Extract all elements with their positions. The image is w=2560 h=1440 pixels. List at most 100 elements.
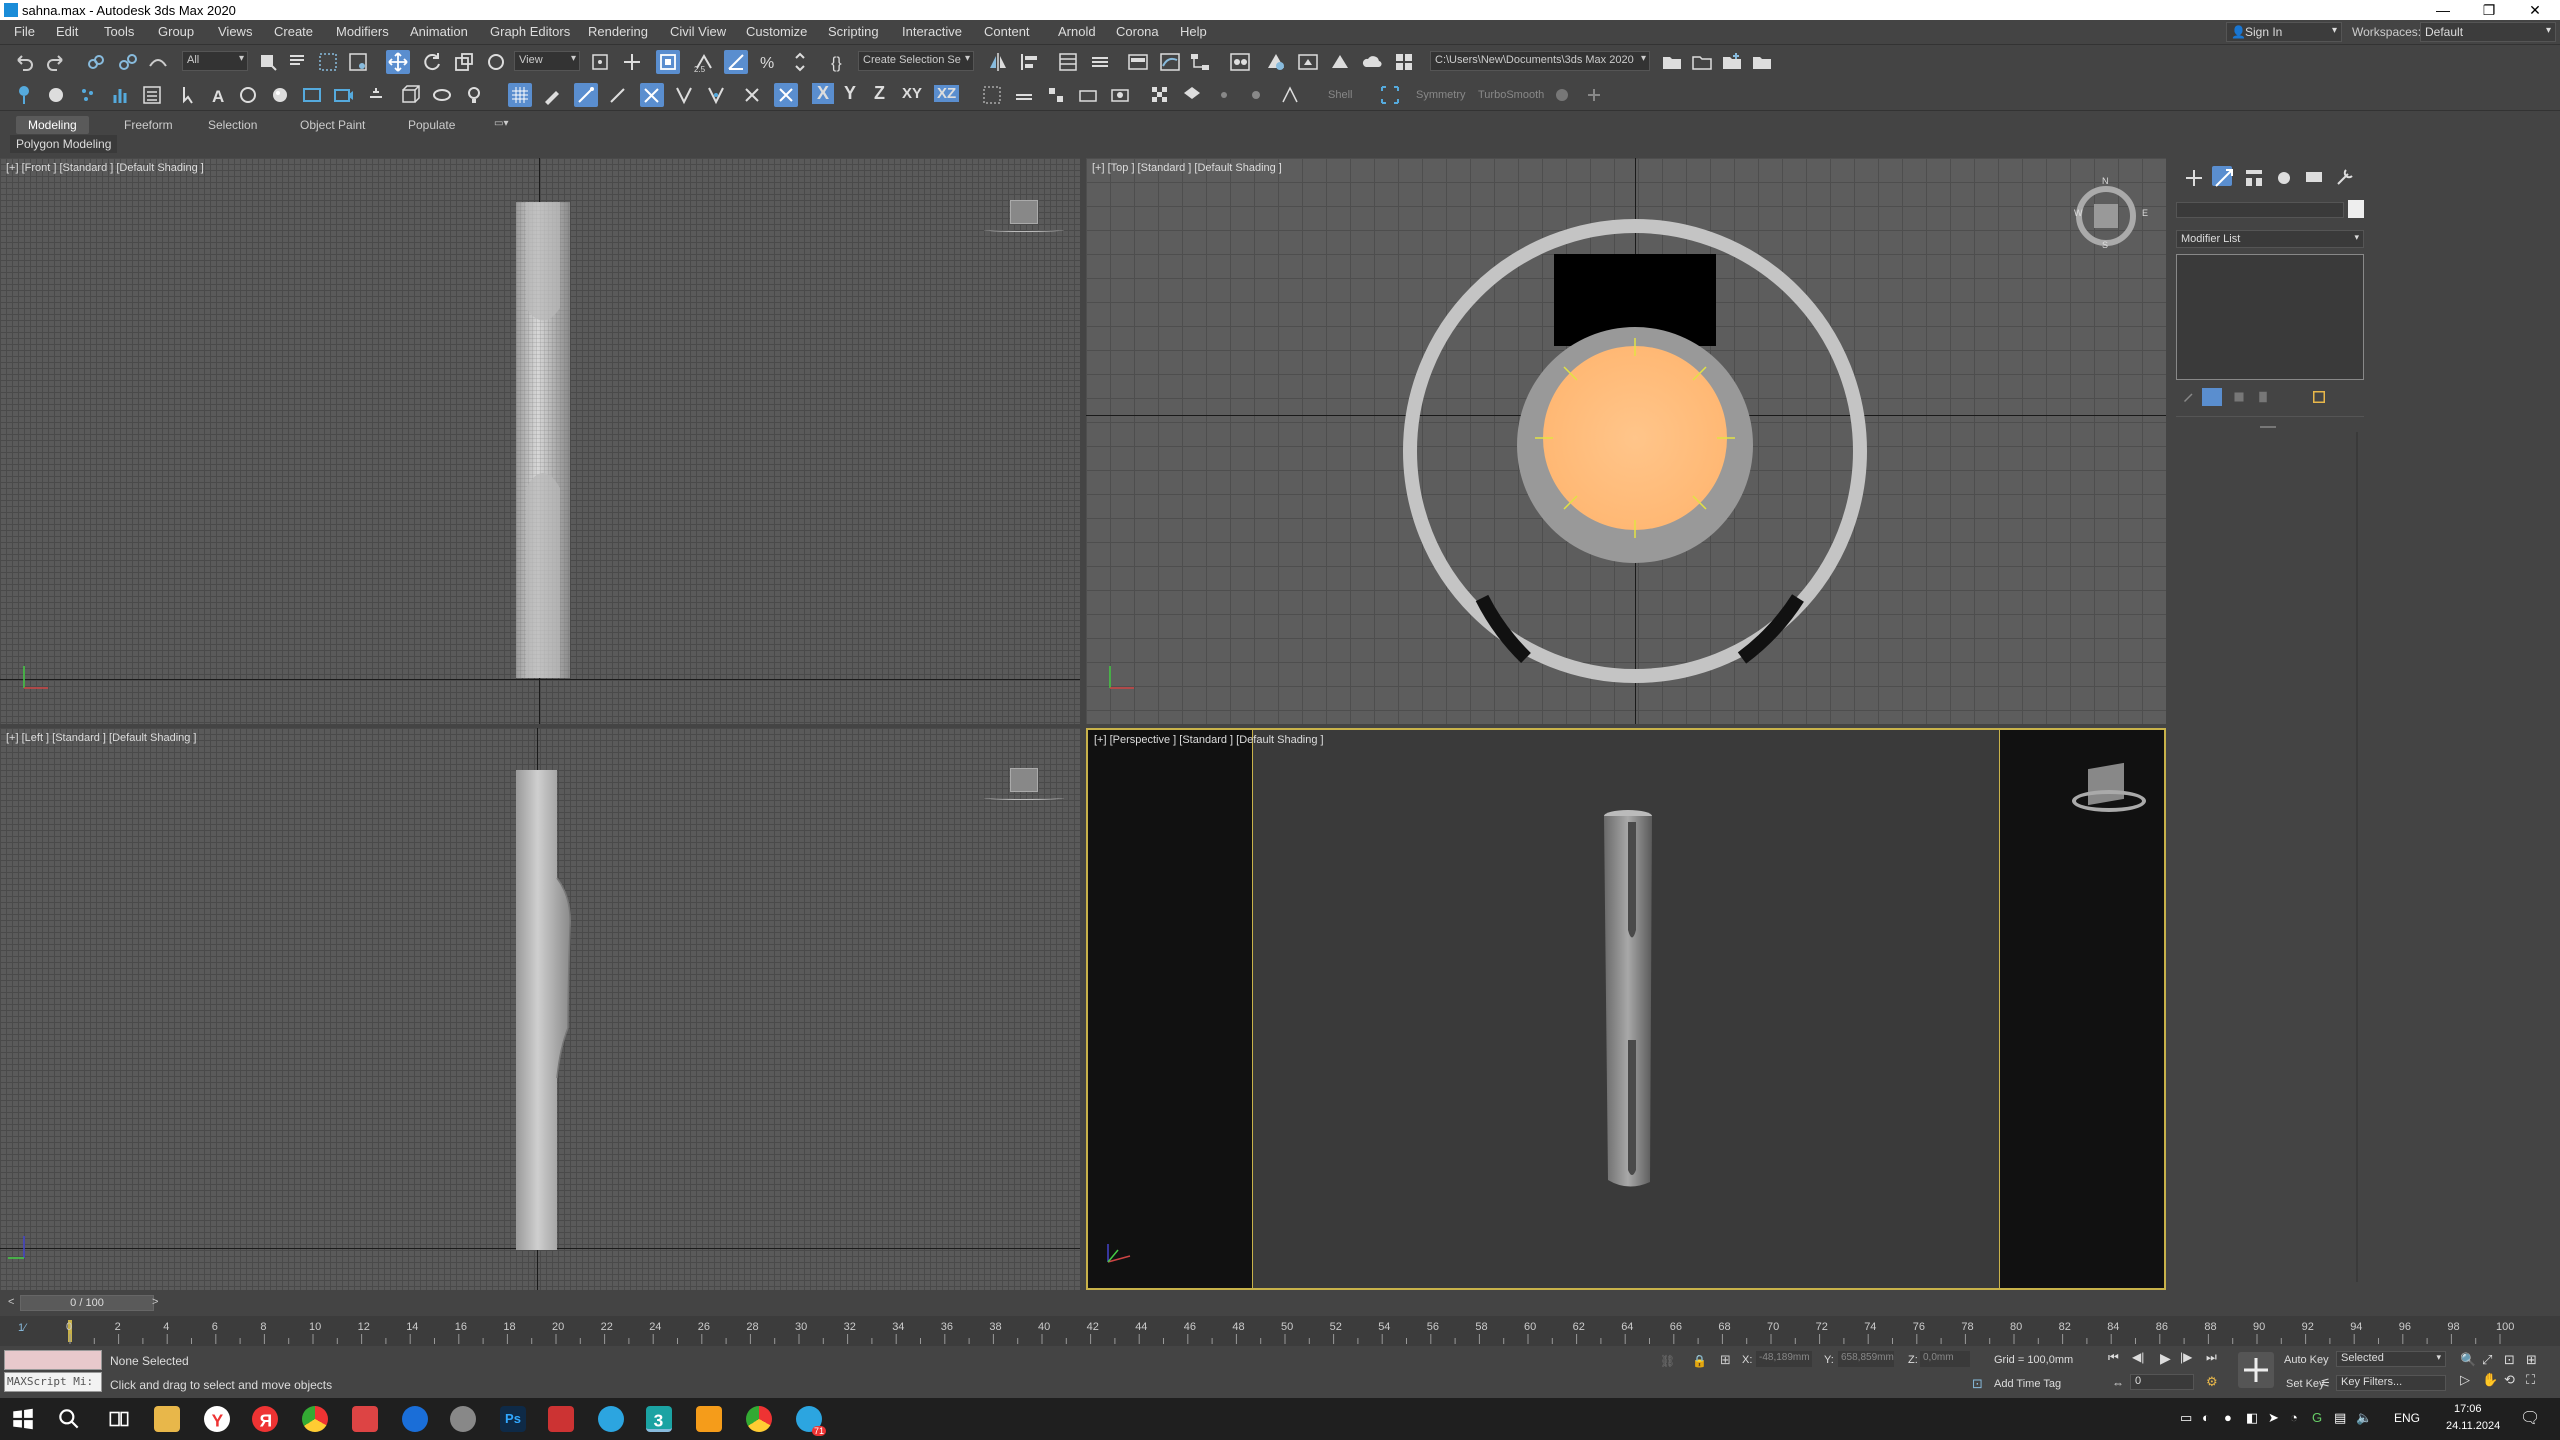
menu-content[interactable]: Content [984, 24, 1030, 39]
sweep-icon[interactable] [1180, 83, 1204, 107]
time-next-icon[interactable]: > [152, 1296, 158, 1308]
time-slider[interactable]: < 0 / 100 > [0, 1292, 2560, 1316]
edge-search-icon[interactable] [402, 1406, 428, 1432]
symmetry-button[interactable]: Symmetry [1416, 89, 1466, 101]
zoom-extents-icon[interactable]: ⊡ [2504, 1352, 2515, 1368]
new-project-icon[interactable] [1720, 50, 1744, 74]
schematic-view-icon[interactable] [1188, 50, 1212, 74]
sublime-icon[interactable] [696, 1406, 722, 1432]
render-production-icon[interactable] [1328, 50, 1352, 74]
create-tab-icon[interactable] [2182, 166, 2202, 186]
axis-y-button[interactable]: Y [844, 83, 856, 104]
menu-graph-editors[interactable]: Graph Editors [490, 24, 570, 39]
toggle-layer-explorer-icon[interactable] [1088, 50, 1112, 74]
axis-z-button[interactable]: Z [874, 83, 885, 104]
zoom-all-icon[interactable]: ⤢ [2482, 1352, 2492, 1368]
angle-snap-icon[interactable] [724, 50, 748, 74]
populate-icon[interactable] [108, 83, 132, 107]
snaps-toggle-icon[interactable]: 2.5 [692, 50, 716, 74]
open-folder-icon[interactable] [1660, 50, 1684, 74]
polygon-modeling-panel[interactable]: Polygon Modeling [10, 135, 118, 153]
symmetry-icon[interactable] [1378, 83, 1402, 107]
shell-button[interactable]: Shell [1328, 89, 1352, 101]
sign-in-dropdown[interactable]: 👤 Sign In ▾ [2226, 22, 2342, 42]
loop-icon[interactable] [430, 83, 454, 107]
file-explorer-icon[interactable] [154, 1406, 180, 1432]
time-prev-icon[interactable]: < [8, 1296, 14, 1308]
telegram-icon-2[interactable]: 71 [796, 1406, 826, 1436]
field-of-view-icon[interactable]: ▷ [2460, 1372, 2470, 1388]
yandex-browser-icon[interactable]: Y [204, 1406, 230, 1432]
notifications-icon[interactable]: 🗨 [2520, 1408, 2540, 1428]
paint-icon[interactable] [1244, 83, 1268, 107]
task-view-icon[interactable] [106, 1406, 132, 1432]
select-and-rotate-icon[interactable] [420, 50, 444, 74]
axis-xy-button[interactable]: XY [902, 85, 922, 102]
settings-app-icon[interactable] [450, 1406, 476, 1432]
tray-app-icon[interactable]: ▭ [2180, 1410, 2192, 1426]
maxscript-mini-listener[interactable]: MAXScript Mi: [4, 1372, 102, 1392]
edit-icon[interactable] [540, 83, 564, 107]
pan-icon[interactable]: ✋ [2482, 1372, 2498, 1388]
3ds-max-icon[interactable]: 3 [646, 1406, 672, 1432]
yandex-icon[interactable]: Я [252, 1406, 278, 1432]
current-frame-field[interactable]: 0 [2130, 1374, 2194, 1390]
select-by-name-icon[interactable] [286, 50, 310, 74]
minimize-button[interactable]: — [2420, 0, 2466, 20]
ribbon-options-icon[interactable]: ▭▾ [482, 116, 520, 134]
material-editor-icon[interactable] [1228, 50, 1252, 74]
constraint-icon[interactable] [740, 83, 764, 107]
workspace-select[interactable]: Default ▾ [2420, 22, 2556, 42]
select-and-scale-icon[interactable] [452, 50, 476, 74]
project-folder-select[interactable]: C:\Users\New\Documents\3ds Max 2020 [1430, 51, 1650, 71]
tab-modeling[interactable]: Modeling [16, 116, 89, 134]
panel-scrollbar[interactable] [2356, 432, 2358, 1282]
camera-view-icon[interactable] [1108, 83, 1132, 107]
winrar-icon[interactable] [352, 1406, 378, 1432]
extrude-icon[interactable] [1076, 83, 1100, 107]
sphere-icon[interactable] [44, 83, 68, 107]
tray-record-icon[interactable]: ● [2224, 1410, 2232, 1425]
align-icon[interactable] [1018, 50, 1042, 74]
viewcube-front-icon[interactable] [1010, 200, 1038, 224]
display-tab-icon[interactable] [2302, 166, 2322, 186]
array-icon[interactable] [1044, 83, 1068, 107]
cursor-icon[interactable] [176, 83, 200, 107]
search-icon[interactable] [56, 1406, 82, 1432]
menu-views[interactable]: Views [218, 24, 252, 39]
selection-lock-icon[interactable]: 🔒 [1692, 1354, 1707, 1368]
rendered-frame-window-icon[interactable] [1296, 50, 1320, 74]
menu-modifiers[interactable]: Modifiers [336, 24, 389, 39]
auto-key-button[interactable]: Auto Key [2284, 1354, 2329, 1366]
spinner-snap-icon[interactable] [788, 50, 812, 74]
text-icon[interactable]: A [206, 83, 230, 107]
photoshop-icon[interactable]: Ps [500, 1406, 526, 1432]
modifier-stack[interactable] [2176, 254, 2364, 380]
vertex-snap-icon[interactable] [574, 83, 598, 107]
percent-snap-icon[interactable]: % [756, 50, 780, 74]
menu-rendering[interactable]: Rendering [588, 24, 648, 39]
pivot-snap-icon[interactable] [672, 83, 696, 107]
graphite-tool-icon[interactable] [980, 83, 1004, 107]
select-and-move-icon[interactable] [386, 50, 410, 74]
key-filter-icon[interactable]: ⚟ [2320, 1376, 2331, 1390]
undo-button[interactable] [12, 50, 36, 74]
set-key-button[interactable]: Set Key [2286, 1378, 2325, 1390]
zoom-icon[interactable]: 🔍 [2460, 1352, 2476, 1368]
utilities-tab-icon[interactable] [2332, 166, 2353, 186]
chrome-icon-2[interactable] [746, 1406, 772, 1432]
reference-coordinate-select[interactable]: View [514, 51, 580, 71]
bind-space-warp-icon[interactable] [146, 50, 170, 74]
lattice-icon[interactable] [1278, 83, 1302, 107]
menu-scripting[interactable]: Scripting [828, 24, 879, 39]
mirror-icon[interactable] [986, 50, 1010, 74]
viewcube-left-icon[interactable] [1010, 768, 1038, 792]
time-slider-thumb[interactable]: 0 / 100 [20, 1295, 154, 1311]
tab-object-paint[interactable]: Object Paint [288, 116, 377, 134]
viewport-front[interactable]: [+] [Front ] [Standard ] [Default Shadin… [0, 158, 1080, 724]
curve-editor-icon[interactable] [1158, 50, 1182, 74]
tab-freeform[interactable]: Freeform [112, 116, 185, 134]
menu-group[interactable]: Group [158, 24, 194, 39]
menu-tools[interactable]: Tools [104, 24, 134, 39]
viewcube-top-icon[interactable] [2094, 204, 2118, 228]
